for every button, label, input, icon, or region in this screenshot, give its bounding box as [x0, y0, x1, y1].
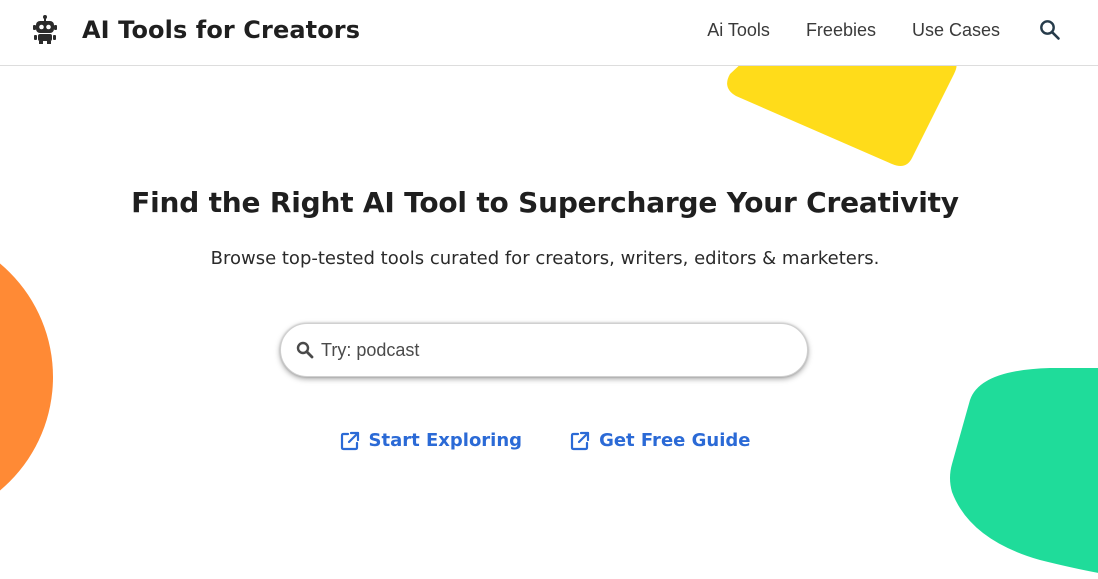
external-link-icon — [570, 431, 590, 451]
cta-row: Start Exploring Get Free Guide — [0, 430, 1090, 451]
main-nav: Ai Tools Freebies Use Cases — [707, 18, 1062, 42]
nav-item-freebies[interactable]: Freebies — [806, 20, 876, 41]
search-icon — [295, 340, 315, 360]
brand-home-link[interactable]: AI Tools for Creators — [30, 13, 360, 47]
orange-decorative-shape — [0, 263, 53, 491]
site-header: AI Tools for Creators Ai Tools Freebies … — [0, 0, 1098, 66]
hero-subtitle: Browse top-tested tools curated for crea… — [210, 248, 880, 269]
start-exploring-label: Start Exploring — [368, 430, 523, 451]
hero-title: Find the Right AI Tool to Supercharge Yo… — [131, 186, 959, 219]
nav-item-ai-tools[interactable]: Ai Tools — [707, 20, 770, 41]
green-decorative-shape — [950, 368, 1098, 573]
page: AI Tools for Creators Ai Tools Freebies … — [0, 0, 1098, 579]
nav-item-use-cases[interactable]: Use Cases — [912, 20, 1000, 41]
external-link-icon — [340, 431, 360, 451]
get-free-guide-link[interactable]: Get Free Guide — [570, 430, 750, 451]
start-exploring-link[interactable]: Start Exploring — [340, 430, 523, 451]
robot-icon — [30, 13, 60, 47]
brand-title: AI Tools for Creators — [82, 16, 361, 44]
hero-search-box[interactable] — [280, 323, 808, 377]
search-input[interactable] — [319, 338, 783, 362]
get-free-guide-label: Get Free Guide — [599, 430, 751, 451]
search-icon[interactable] — [1038, 18, 1062, 42]
